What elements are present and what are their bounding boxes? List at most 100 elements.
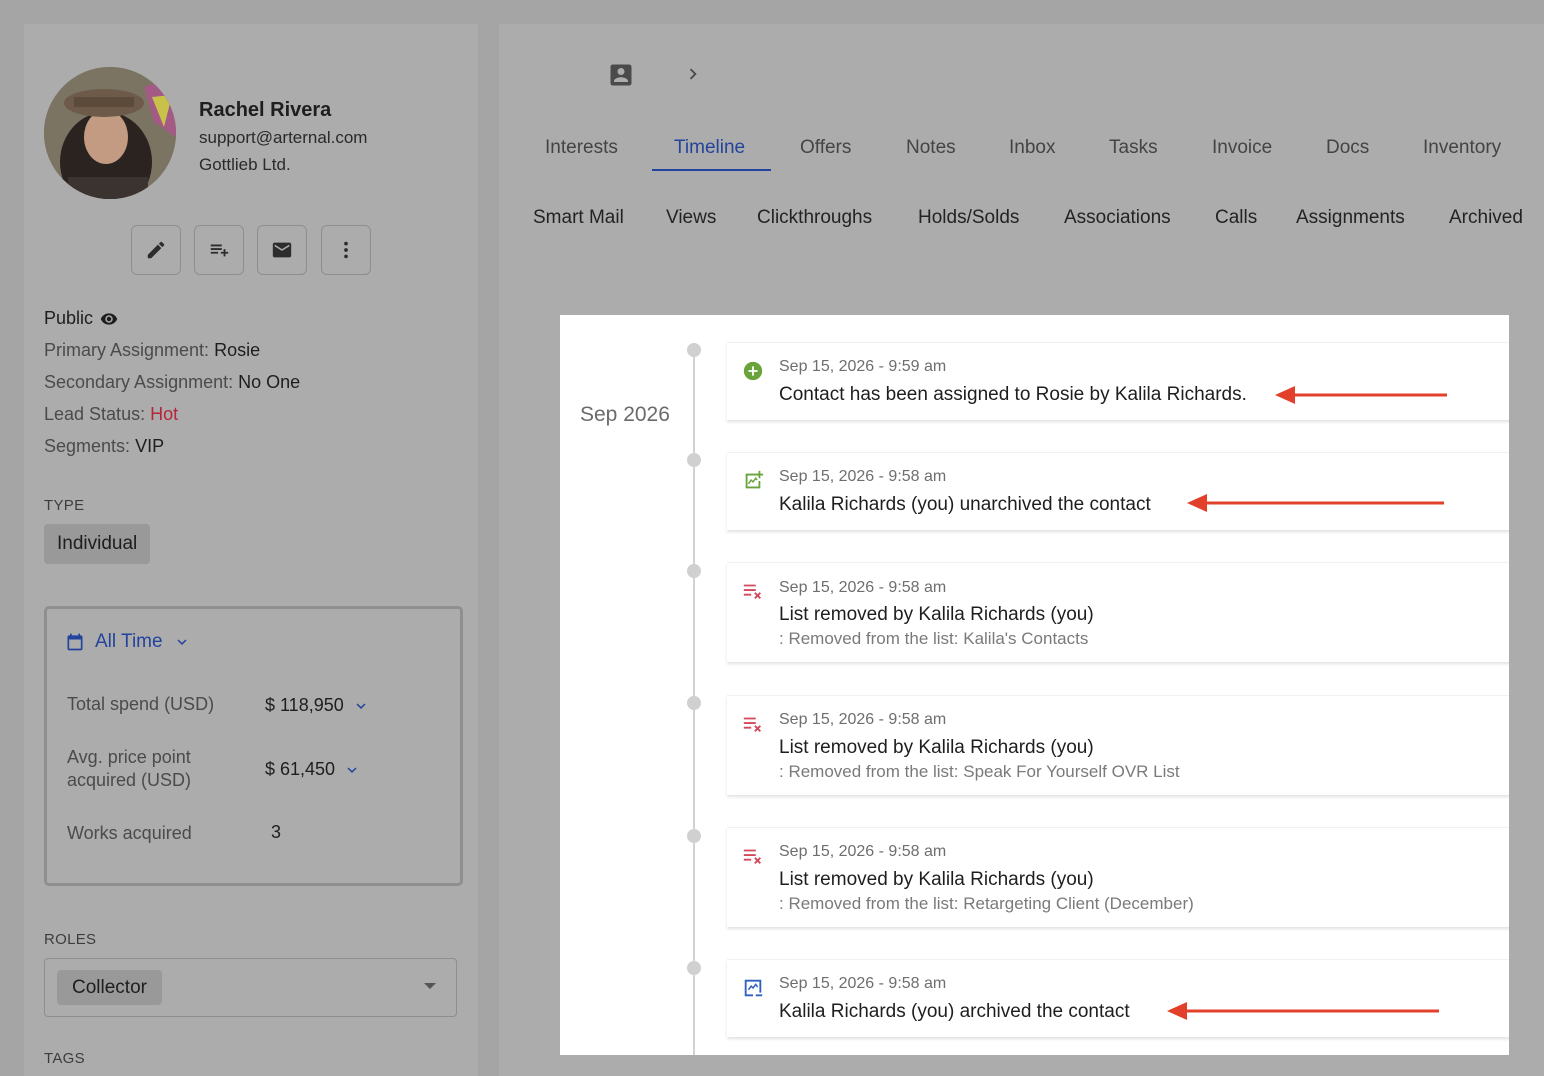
- timeline-dot: [687, 829, 701, 843]
- timeline-panel: Sep 2026 Sep 15, 2026 - 9:59 am Contact …: [560, 315, 1509, 1055]
- avatar: [44, 67, 176, 199]
- detail-value: VIP: [135, 436, 165, 456]
- entry-date: Sep 15, 2026 - 9:59 am: [779, 358, 947, 375]
- dropdown-arrow-icon[interactable]: [424, 983, 436, 989]
- annotation-arrow-icon: [1187, 494, 1444, 512]
- stat-value-avg-price[interactable]: $ 61,450: [265, 759, 361, 780]
- tab-invoice[interactable]: Invoice: [1212, 137, 1272, 159]
- stat-value: 3: [271, 822, 282, 842]
- entry-subtitle: : Removed from the list: Kalila's Contac…: [779, 629, 1089, 648]
- detail-value: Rosie: [214, 340, 261, 360]
- detail-value: Hot: [150, 404, 179, 424]
- detail-value: No One: [238, 372, 301, 392]
- tab-offers[interactable]: Offers: [800, 137, 851, 159]
- segments: Segments: VIP: [44, 436, 164, 457]
- entry-subtitle: : Removed from the list: Retargeting Cli…: [779, 894, 1194, 913]
- timeline-month: Sep 2026: [580, 403, 670, 426]
- timeline-entry: Sep 15, 2026 - 9:58 am Kalila Richards (…: [727, 959, 1509, 1037]
- tab-smart-mail[interactable]: Smart Mail: [533, 207, 624, 229]
- chevron-right-icon: [689, 68, 697, 80]
- entry-title: List removed by Kalila Richards (you): [779, 737, 1094, 758]
- playlist-add-icon: [210, 244, 229, 257]
- pencil-icon: [147, 241, 165, 259]
- entry-title: Kalila Richards (you) archived the conta…: [779, 1001, 1130, 1022]
- calendar-icon: [67, 633, 83, 651]
- entry-title: List removed by Kalila Richards (you): [779, 869, 1094, 890]
- stat-label: Works acquired: [67, 823, 192, 843]
- tab-interests[interactable]: Interests: [545, 137, 618, 159]
- sales-stats-box: All Time Total spend (USD) $ 118,950 Avg…: [44, 606, 463, 886]
- entry-date: Sep 15, 2026 - 9:58 am: [779, 579, 947, 596]
- tab-archived[interactable]: Archived: [1449, 207, 1523, 229]
- visibility-status: Public: [44, 308, 118, 329]
- detail-key: Primary Assignment:: [44, 340, 210, 360]
- timeline-dot: [687, 564, 701, 578]
- entry-title: Kalila Richards (you) unarchived the con…: [779, 494, 1151, 515]
- tab-tasks[interactable]: Tasks: [1109, 137, 1158, 159]
- chevron-down-icon: [177, 639, 187, 645]
- contact-name: Rachel Rivera: [199, 99, 332, 121]
- stat-label: Avg. price point acquired (USD): [67, 747, 192, 790]
- entry-title: Contact has been assigned to Rosie by Ka…: [779, 384, 1247, 405]
- tab-views[interactable]: Views: [666, 207, 716, 229]
- primary-assignment: Primary Assignment: Rosie: [44, 340, 260, 361]
- list-remove-icon: [743, 849, 761, 864]
- stat-label: Total spend (USD): [67, 694, 215, 714]
- tab-associations[interactable]: Associations: [1064, 207, 1171, 229]
- stat-value: $ 118,950: [265, 695, 344, 715]
- chevron-down-icon: [347, 766, 357, 773]
- timeline-dot: [687, 961, 701, 975]
- list-remove-icon: [743, 584, 761, 599]
- roles-select[interactable]: Collector: [44, 958, 457, 1017]
- entry-date: Sep 15, 2026 - 9:58 am: [779, 843, 947, 860]
- roles-label: ROLES: [44, 931, 97, 948]
- entry-subtitle: : Removed from the list: Speak For Yours…: [779, 762, 1180, 781]
- detail-key: Segments:: [44, 436, 131, 456]
- tab-docs[interactable]: Docs: [1326, 137, 1369, 159]
- tags-label: TAGS: [44, 1050, 85, 1067]
- tab-timeline[interactable]: Timeline: [674, 137, 745, 159]
- timeline-entry: Sep 15, 2026 - 9:58 am List removed by K…: [727, 562, 1509, 662]
- tab-calls[interactable]: Calls: [1215, 207, 1257, 229]
- timeline-dot: [687, 453, 701, 467]
- add-to-list-button[interactable]: [194, 225, 244, 275]
- stat-value-total-spend[interactable]: $ 118,950: [265, 695, 370, 716]
- tab-inventory[interactable]: Inventory: [1423, 137, 1501, 159]
- tab-clickthroughs[interactable]: Clickthroughs: [757, 207, 872, 229]
- add-circle-icon: [743, 361, 763, 381]
- edit-button[interactable]: [131, 225, 181, 275]
- secondary-assignment: Secondary Assignment: No One: [44, 372, 300, 393]
- list-remove-icon: [743, 717, 761, 732]
- entry-date: Sep 15, 2026 - 9:58 am: [779, 468, 947, 485]
- visibility-label: Public: [44, 308, 94, 328]
- tab-assignments[interactable]: Assignments: [1296, 207, 1405, 229]
- timeline-dot: [687, 696, 701, 710]
- contact-sidebar: Rachel Rivera support@arternal.com Gottl…: [24, 24, 478, 1076]
- tab-inbox[interactable]: Inbox: [1009, 137, 1055, 159]
- stat-value-works: 3: [271, 822, 281, 843]
- tab-holds-solds[interactable]: Holds/Solds: [918, 207, 1019, 229]
- detail-key: Secondary Assignment:: [44, 372, 234, 392]
- tab-notes[interactable]: Notes: [906, 137, 956, 159]
- role-chip[interactable]: Collector: [57, 970, 162, 1005]
- entry-date: Sep 15, 2026 - 9:58 am: [779, 975, 947, 992]
- more-vert-icon: [344, 241, 348, 259]
- entry-date: Sep 15, 2026 - 9:58 am: [779, 711, 947, 728]
- date-range-selector[interactable]: All Time: [65, 631, 191, 653]
- timeline-entry: Sep 15, 2026 - 9:58 am List removed by K…: [727, 827, 1509, 927]
- contact-card-icon[interactable]: [607, 61, 635, 89]
- contact-company: Gottlieb Ltd.: [199, 155, 291, 174]
- entry-title: List removed by Kalila Richards (you): [779, 604, 1094, 625]
- stat-value: $ 61,450: [265, 759, 336, 779]
- more-button[interactable]: [321, 225, 371, 275]
- type-chip[interactable]: Individual: [44, 524, 151, 564]
- type-label: TYPE: [44, 497, 85, 514]
- date-range-label: All Time: [95, 631, 163, 652]
- timeline-dot: [687, 343, 701, 357]
- timeline-entry: Sep 15, 2026 - 9:58 am List removed by K…: [727, 695, 1509, 795]
- email-button[interactable]: [257, 225, 307, 275]
- eye-icon: [100, 312, 118, 325]
- contact-email[interactable]: support@arternal.com: [199, 128, 367, 148]
- detail-key: Lead Status:: [44, 404, 146, 424]
- lead-status: Lead Status: Hot: [44, 404, 178, 425]
